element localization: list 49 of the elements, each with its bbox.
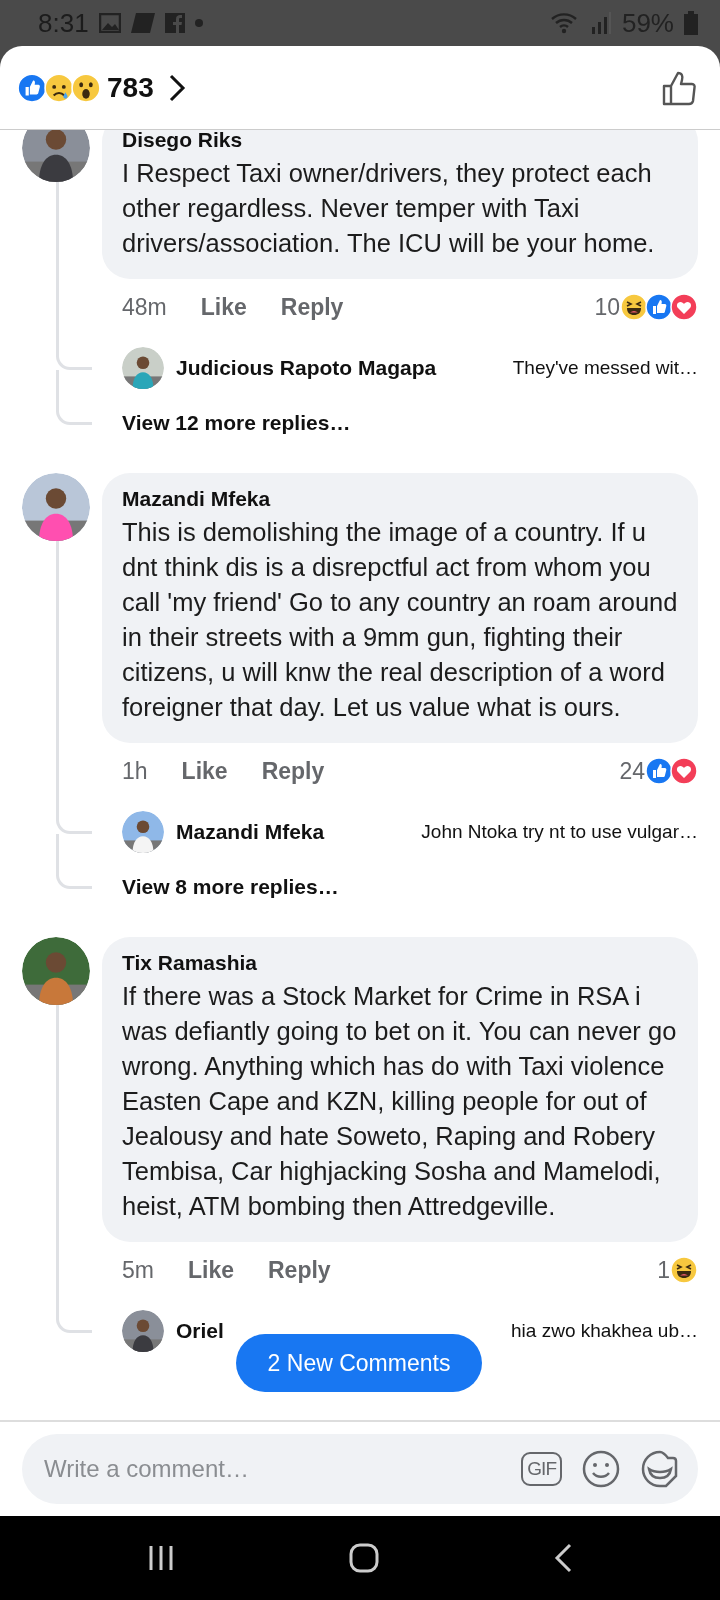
like-link[interactable]: Like	[200, 293, 247, 321]
comment-text: I Respect Taxi owner/drivers, they protect each other regardless. Never temper with Taxi drivers/association. The ICU will be your home.	[122, 158, 656, 259]
reaction-count[interactable]: 24	[619, 757, 645, 785]
view-more-replies-link[interactable]: View 8 more replies…	[102, 865, 698, 909]
comment-text: If there was a Stock Market for Crime in RSA i was defiantly going to bet on it. You can never go wrong. Anything which has do with Taxi violence Easten Cape and KZN, killing people for out of Jealousy and hate Soweto, Raping and Robery Tembisa, Car highjacking Sosha and Mamelodi, heist, ATM bombing then Attredgeville.	[122, 981, 678, 1222]
app-notification-icon	[130, 13, 155, 33]
gif-button[interactable]: GIF	[521, 1452, 562, 1486]
comment-text: This is demolishing the image of a country. If u dnt think dis is a disrepctful act from whom you call 'my friend' Go to any country an roam around in their streets with a 9mm gun, fighting their citizens, u will knw the real description of a word foreigner that day. Let us value what is ours.	[122, 517, 678, 723]
reply-link[interactable]: Reply	[268, 1256, 331, 1284]
view-more-replies-link[interactable]: View 12 more replies…	[102, 401, 698, 445]
reply-text[interactable]: hia zwo khakhea ub…	[511, 1320, 698, 1342]
comment-author[interactable]: Mazandi Mfeka	[122, 487, 678, 511]
comment-author[interactable]: Tix Ramashia	[122, 951, 678, 975]
emoji-icon[interactable]	[582, 1450, 620, 1488]
reply-author[interactable]: Judicious Rapoto Magapa	[176, 356, 437, 380]
reply-link[interactable]: Reply	[261, 757, 325, 785]
reply-author[interactable]: Oriel	[176, 1319, 224, 1343]
reaction-count[interactable]: 783	[107, 71, 154, 104]
like-reaction-icon	[645, 293, 673, 321]
comment-time: 1h	[122, 757, 148, 785]
sticker-icon[interactable]	[640, 1449, 680, 1489]
reply-text[interactable]: John Ntoka try nt to use vulgar…	[421, 821, 698, 843]
signal-icon	[589, 11, 612, 35]
like-reaction-icon	[645, 757, 673, 785]
home-icon[interactable]	[348, 1542, 380, 1574]
laughing-reaction-icon	[620, 293, 648, 321]
gallery-icon	[98, 13, 121, 33]
sad-reaction-icon	[44, 72, 74, 103]
reply-text[interactable]: They've messed wit…	[512, 357, 698, 379]
like-link[interactable]: Like	[187, 1256, 234, 1284]
reply-author[interactable]: Mazandi Mfeka	[176, 820, 325, 844]
heart-reaction-icon	[670, 757, 698, 785]
like-reaction-icon	[17, 72, 47, 103]
comment-author[interactable]: Disego Riks	[122, 130, 678, 152]
dot-icon	[194, 19, 203, 27]
comment-time: 5m	[122, 1256, 154, 1284]
app-notification-icon	[164, 13, 185, 33]
surprised-reaction-icon	[71, 72, 101, 103]
comment-time: 48m	[122, 293, 167, 321]
back-icon[interactable]	[552, 1542, 574, 1574]
heart-reaction-icon	[670, 293, 698, 321]
laughing-reaction-icon	[670, 1256, 698, 1284]
reply-link[interactable]: Reply	[280, 293, 344, 321]
reaction-count[interactable]: 10	[594, 293, 620, 321]
reaction-count[interactable]: 1	[657, 1256, 670, 1284]
new-comments-button[interactable]: 2 New Comments	[236, 1334, 482, 1392]
like-link[interactable]: Like	[181, 757, 228, 785]
battery-icon	[684, 11, 698, 35]
comment-field[interactable]: Write a comment… GIF	[22, 1434, 698, 1504]
